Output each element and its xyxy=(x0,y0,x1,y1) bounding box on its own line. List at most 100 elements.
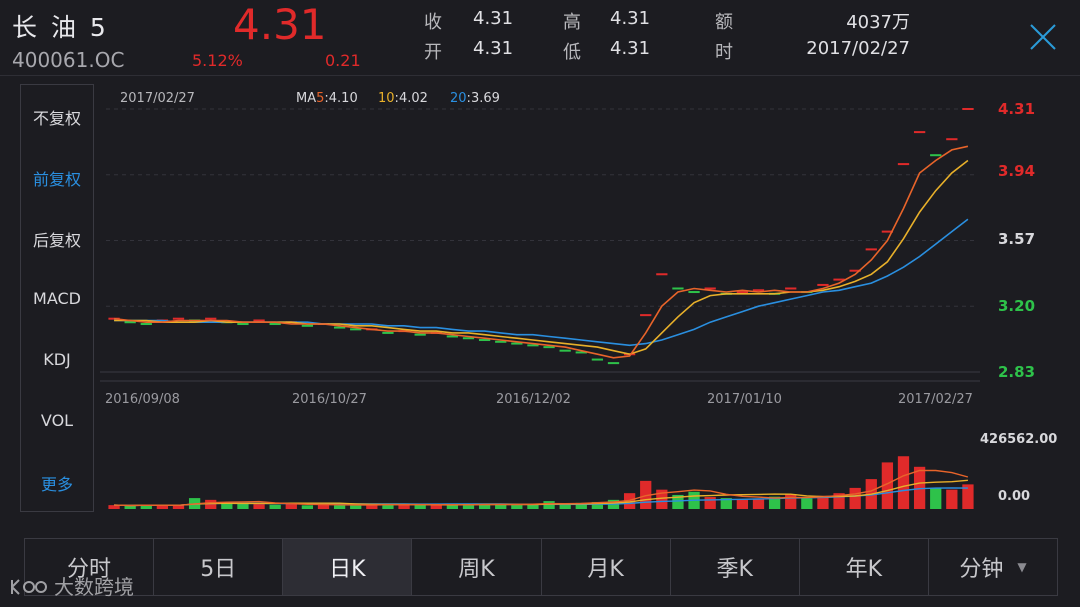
tab-minute[interactable]: 分钟 ▼ xyxy=(929,539,1057,595)
candles xyxy=(108,108,974,365)
kline-chart[interactable]: 2017/02/27 MA5:4.10 10:4.02 20:3.69 4.31… xyxy=(100,84,1080,514)
volume-bar xyxy=(237,503,249,509)
volume-tick-max: 426562.00 xyxy=(980,432,1057,447)
volume-bar xyxy=(495,504,507,509)
header-divider xyxy=(0,75,1080,76)
candle xyxy=(253,319,265,322)
ma-legend-prefix: MA xyxy=(296,91,316,106)
date-tick-1: 2016/10/27 xyxy=(292,392,367,407)
candle xyxy=(205,317,217,320)
period-tabs: 分时 5日 日K 周K 月K 季K 年K 分钟 ▼ xyxy=(24,538,1058,596)
volume-bar xyxy=(333,505,346,509)
change-value: 0.21 xyxy=(325,51,361,70)
menu-no-adjust[interactable]: 不复权 xyxy=(21,105,93,129)
ma20-legend-label: 20 xyxy=(450,91,467,106)
volume-bar xyxy=(736,499,749,509)
candle xyxy=(382,331,394,334)
candle xyxy=(817,283,829,286)
tab-weekly-k[interactable]: 周K xyxy=(412,539,542,595)
candle xyxy=(591,358,604,361)
candle xyxy=(607,362,620,365)
quote-low-label: 低 xyxy=(563,42,581,63)
volume-bar xyxy=(124,505,136,509)
date-tick-2: 2016/12/02 xyxy=(496,392,571,407)
candle xyxy=(913,131,926,134)
stock-name: 长 油 5 xyxy=(12,13,109,42)
candle xyxy=(301,324,314,327)
quote-close-label: 收 xyxy=(424,12,442,33)
price-tick-0: 4.31 xyxy=(998,100,1035,118)
menu-more[interactable]: 更多 xyxy=(21,471,93,495)
stock-code: 400061.OC xyxy=(12,48,125,72)
close-button[interactable] xyxy=(1026,20,1060,54)
ma5-legend-value: 4.10 xyxy=(329,91,358,106)
tab-daily-k[interactable]: 日K xyxy=(283,539,413,595)
volume-bar xyxy=(398,504,410,509)
tab-monthly-k[interactable]: 月K xyxy=(542,539,671,595)
volume-bar xyxy=(511,505,523,509)
watermark-logo-icon xyxy=(11,578,47,595)
tab-yearly-k[interactable]: 年K xyxy=(800,539,929,595)
volume-bar xyxy=(414,505,426,509)
quote-high-value: 4.31 xyxy=(610,8,651,29)
chart-date-label: 2017/02/27 xyxy=(120,91,195,106)
volume-bar xyxy=(543,501,555,509)
volume-bars xyxy=(108,456,974,509)
candle xyxy=(785,287,797,290)
ma10-legend-label: 10 xyxy=(378,91,395,106)
price-tick-2: 3.57 xyxy=(998,230,1035,248)
volume-bar xyxy=(897,456,910,509)
price-tick-4: 2.83 xyxy=(998,363,1035,381)
ma10-legend-value: 4.02 xyxy=(399,91,428,106)
menu-backward-adjust[interactable]: 后复权 xyxy=(21,227,93,251)
menu-macd[interactable]: MACD xyxy=(21,289,93,308)
quote-amount-value: 4037万 xyxy=(846,12,910,33)
candle xyxy=(946,138,958,141)
quote-high-label: 高 xyxy=(563,12,581,33)
quote-amount-label: 额 xyxy=(715,12,733,33)
ma-legend: MA5:4.10 xyxy=(296,91,358,106)
tab-quarterly-k[interactable]: 季K xyxy=(671,539,800,595)
ma10-legend: 10:4.02 xyxy=(378,91,428,106)
quote-time-label: 时 xyxy=(715,42,733,63)
volume-bar xyxy=(801,498,813,509)
volume-bar xyxy=(930,487,942,509)
candle xyxy=(140,323,152,326)
volume-bar xyxy=(849,487,861,509)
close-icon xyxy=(1030,24,1056,50)
menu-vol[interactable]: VOL xyxy=(21,411,93,430)
volume-bar xyxy=(301,505,314,509)
candle xyxy=(672,287,684,290)
dropdown-caret-icon: ▼ xyxy=(1017,560,1027,574)
date-tick-4: 2017/02/27 xyxy=(898,392,973,407)
watermark: 大数跨境 xyxy=(8,571,134,600)
ma5-line xyxy=(114,145,969,359)
tab-5day[interactable]: 5日 xyxy=(154,539,284,595)
candle xyxy=(865,248,877,251)
candle xyxy=(640,314,652,317)
candle xyxy=(688,291,700,294)
menu-kdj[interactable]: KDJ xyxy=(21,350,93,369)
candle xyxy=(172,317,185,320)
price-tick-3: 3.20 xyxy=(998,297,1035,315)
quote-time-value: 2017/02/27 xyxy=(806,38,910,59)
volume-bar xyxy=(946,489,958,509)
volume-bar xyxy=(253,504,265,509)
candle xyxy=(559,349,571,352)
candle xyxy=(897,163,910,166)
quote-low-value: 4.31 xyxy=(610,38,651,59)
price-tick-1: 3.94 xyxy=(998,162,1035,180)
volume-tick-zero: 0.00 xyxy=(998,489,1030,504)
date-tick-0: 2016/09/08 xyxy=(105,392,180,407)
quote-open-value: 4.31 xyxy=(473,38,514,59)
volume-bar xyxy=(704,497,716,509)
volume-bar xyxy=(317,504,330,509)
change-percent: 5.12% xyxy=(192,51,243,70)
menu-forward-adjust[interactable]: 前复权 xyxy=(21,166,93,190)
candle xyxy=(656,273,668,276)
candle xyxy=(962,108,974,110)
volume-bar xyxy=(752,498,765,509)
volume-bar xyxy=(785,494,797,509)
ma-lines xyxy=(114,145,969,359)
candle xyxy=(414,333,426,336)
